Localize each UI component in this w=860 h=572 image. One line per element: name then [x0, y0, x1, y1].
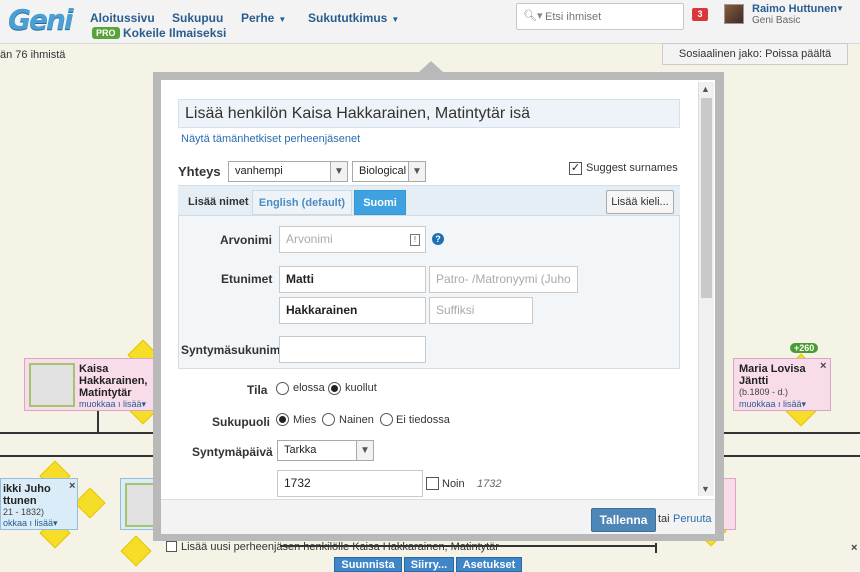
nav-home[interactable]: Aloitussivu — [90, 11, 155, 25]
person-name[interactable]: Kaisa Hakkarainen, Matintytär — [79, 363, 151, 399]
person-dates: 21 - 1832) — [3, 507, 45, 517]
expand-arrow-icon[interactable] — [74, 487, 106, 519]
try-free-link[interactable]: Kokeile Ilmaiseksi — [123, 26, 226, 40]
relation-select[interactable]: vanhempi ▼ — [228, 161, 348, 182]
nav-tree[interactable]: Sukupuu — [172, 11, 223, 25]
help-icon[interactable]: ? — [432, 233, 444, 245]
show-family-link[interactable]: Näytä tämänhetkiset perheenjäsenet — [181, 133, 360, 145]
person-photo — [29, 363, 75, 407]
chevron-down-icon: ▼ — [408, 162, 425, 181]
tab-navigate[interactable]: Suunnista — [334, 557, 402, 572]
people-count: än 76 ihmistä — [0, 49, 66, 61]
patronymic-input[interactable]: Patro- /Matronyymi (Juho — [429, 266, 578, 293]
gender-male-radio[interactable] — [276, 413, 289, 426]
search-icon[interactable]: 🔍︎▾ — [523, 9, 543, 22]
person-card[interactable]: ikki Juho ttunen 21 - 1832) okkaa ı lisä… — [0, 478, 78, 530]
person-card[interactable]: Maria Lovisa Jäntti (b.1809 - d.) muokka… — [733, 358, 831, 411]
suffix-input[interactable]: Suffiksi — [429, 297, 533, 324]
chevron-down-icon: ▼ — [330, 162, 347, 181]
social-share-toggle[interactable]: Sosiaalinen jako: Poissa päältä — [662, 43, 848, 65]
search-box: 🔍︎▾ — [516, 3, 684, 30]
dialog-title-box: Lisää henkilön Kaisa Hakkarainen, Matint… — [178, 99, 680, 128]
scrollbar-thumb[interactable] — [701, 98, 712, 298]
birth-year-input[interactable]: 1732 — [277, 470, 423, 497]
add-names-label: Lisää nimet — [188, 196, 249, 208]
chevron-down-icon[interactable]: ▼ — [701, 484, 710, 494]
tree-connector — [0, 455, 158, 457]
gender-male-label: Mies — [293, 414, 317, 426]
first-name-input[interactable]: Matti — [279, 266, 426, 293]
close-icon[interactable]: × — [851, 542, 857, 554]
cancel-link[interactable]: Peruuta — [673, 513, 712, 525]
search-input[interactable] — [545, 8, 680, 26]
person-name[interactable]: Maria Lovisa Jäntti — [739, 363, 819, 387]
avatar[interactable] — [724, 4, 744, 24]
tree-connector — [97, 410, 99, 434]
birth-date-label: Syntymäpäivä — [192, 445, 273, 459]
last-name-input[interactable]: Hakkarainen — [279, 297, 426, 324]
tab-settings[interactable]: Asetukset — [456, 557, 522, 572]
person-edit-links[interactable]: okkaa ı lisää▾ — [3, 518, 58, 529]
chevron-down-icon: ▼ — [391, 15, 400, 24]
geni-logo[interactable]: Geni — [8, 3, 74, 36]
person-dates: (b.1809 - d.) — [739, 387, 789, 397]
close-icon[interactable]: × — [69, 480, 75, 492]
user-name[interactable]: Raimo Huttunen — [752, 3, 837, 15]
relatives-count-badge[interactable]: +260 — [790, 343, 819, 353]
user-plan: Geni Basic — [752, 15, 801, 26]
suggest-surnames-label: Suggest surnames — [586, 162, 678, 174]
gender-female-label: Nainen — [339, 414, 374, 426]
approximate-label: Noin — [442, 478, 465, 490]
date-preview: 1732 — [477, 478, 502, 490]
tab-english[interactable]: English (default) — [252, 190, 352, 215]
or-text: tai — [658, 513, 670, 525]
add-relative-checkbox-row[interactable]: Lisää uusi perheenjäsen henkilölle Kaisa… — [166, 541, 499, 553]
status-alive-radio[interactable] — [276, 382, 289, 395]
chevron-up-icon[interactable]: ▲ — [701, 84, 710, 94]
approximate-checkbox[interactable] — [426, 477, 439, 490]
tree-connector — [715, 455, 860, 457]
id-card-icon[interactable]: ! — [410, 234, 420, 246]
tree-connector — [0, 432, 158, 434]
save-button[interactable]: Tallenna — [591, 508, 656, 532]
gender-female-radio[interactable] — [322, 413, 335, 426]
pro-badge: PRO — [92, 27, 120, 39]
person-edit-links[interactable]: muokkaa ı lisää▾ — [79, 399, 146, 410]
relation-label: Yhteys — [178, 164, 221, 179]
title-label: Arvonimi — [220, 233, 273, 247]
gender-unknown-label: Ei tiedossa — [396, 414, 450, 426]
top-header: Geni Aloitussivu Sukupuu Perhe ▼ Sukututk… — [0, 0, 860, 44]
gender-label: Sukupuoli — [212, 415, 270, 429]
chevron-down-icon: ▼ — [278, 15, 287, 24]
birth-precision-select[interactable]: Tarkka ▼ — [277, 440, 374, 461]
person-card[interactable]: Kaisa Hakkarainen, Matintytär muokkaa ı … — [24, 358, 154, 411]
expand-arrow-icon[interactable] — [120, 535, 152, 567]
notification-badge[interactable]: 3 — [692, 8, 708, 21]
suggest-surnames-checkbox[interactable]: ✓ — [569, 162, 582, 175]
status-label: Tila — [247, 383, 268, 397]
checkbox[interactable] — [166, 541, 177, 552]
modal-pointer — [419, 61, 443, 72]
tab-finnish[interactable]: Suomi — [354, 190, 406, 215]
title-input[interactable]: Arvonimi — [279, 226, 426, 253]
gender-unknown-radio[interactable] — [380, 413, 393, 426]
tree-connector — [715, 432, 860, 434]
status-deceased-radio[interactable] — [328, 382, 341, 395]
add-language-button[interactable]: Lisää kieli... — [606, 190, 674, 214]
status-alive-label: elossa — [293, 382, 325, 394]
dialog-title: Lisää henkilön Kaisa Hakkarainen, Matint… — [185, 105, 531, 122]
chevron-down-icon[interactable]: ▼ — [836, 4, 844, 13]
person-edit-links[interactable]: muokkaa ı lisää▾ — [739, 399, 806, 410]
maiden-name-label: Syntymäsukunimi — [181, 343, 284, 357]
first-names-label: Etunimet — [221, 272, 273, 286]
status-deceased-label: kuollut — [345, 382, 377, 394]
maiden-name-input[interactable] — [279, 336, 426, 363]
person-name[interactable]: ikki Juho ttunen — [3, 483, 71, 507]
close-icon[interactable]: × — [820, 360, 826, 372]
nav-research[interactable]: Sukututkimus ▼ — [308, 11, 399, 25]
chevron-down-icon: ▼ — [356, 441, 373, 460]
tab-goto[interactable]: Siirry... — [404, 557, 454, 572]
nav-family[interactable]: Perhe ▼ — [241, 11, 286, 25]
relation-type-select[interactable]: Biological ▼ — [352, 161, 426, 182]
